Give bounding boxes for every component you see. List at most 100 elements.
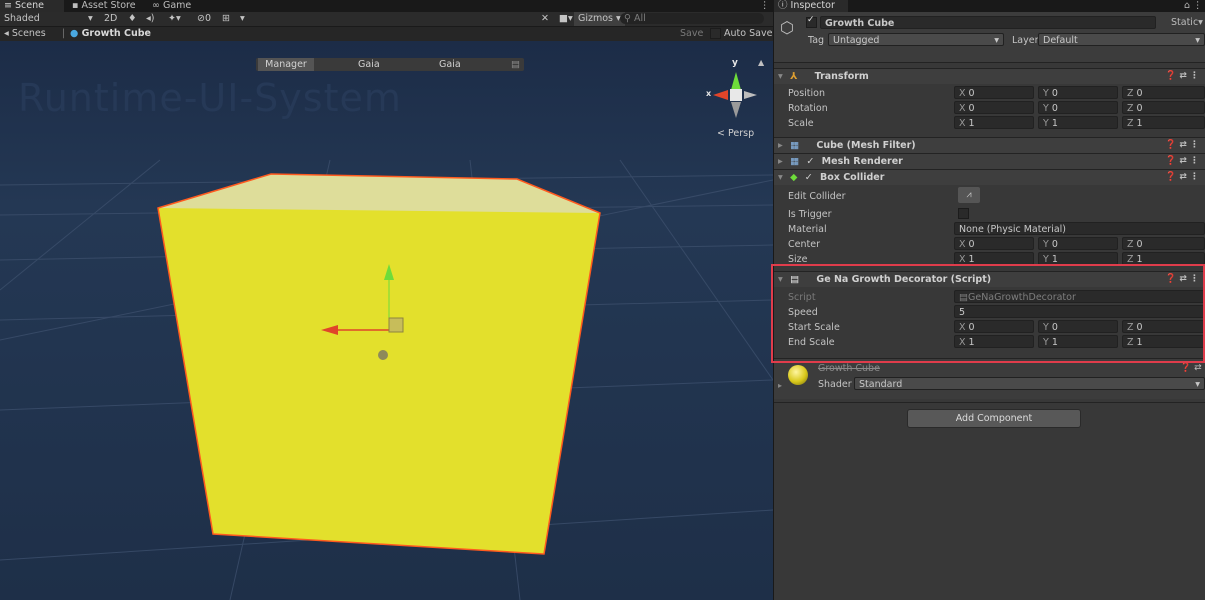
start-scale-x-input[interactable]: X0 (954, 320, 1034, 333)
shader-dropdown[interactable]: Standard ▾ (854, 377, 1205, 390)
camera-icon[interactable]: ■▾ (559, 12, 573, 26)
axis-y-label: Y (1043, 337, 1049, 348)
end-scale-y-input[interactable]: Y1 (1038, 335, 1118, 348)
transform-header[interactable]: ▾ ⅄ Transform ❓ ⇄ ⋮ (774, 68, 1205, 84)
size-x-input[interactable]: X1 (954, 252, 1034, 265)
start-scale-z-input[interactable]: Z0 (1122, 320, 1205, 333)
end-scale-z-input[interactable]: Z1 (1122, 335, 1205, 348)
axis-y-label: Y (1043, 103, 1049, 114)
speed-input[interactable]: 5 (954, 305, 1205, 318)
scene-tab-menu-icon[interactable]: ⋮ (760, 0, 770, 12)
grid-chevron-icon[interactable]: ▾ (240, 12, 245, 26)
gameobject-cube-icon: ⬡ (780, 18, 794, 37)
inspector-lock-icon[interactable]: ⌂ ⋮ (1184, 0, 1203, 12)
2d-toggle[interactable]: 2D (104, 12, 117, 26)
tab-asset-store[interactable]: ▪ Asset Store (72, 0, 142, 12)
gizmo-lock-icon[interactable]: ▲ (758, 58, 764, 67)
physic-material-field[interactable]: None (Physic Material) (954, 222, 1205, 235)
mesh-renderer-header[interactable]: ▸ ▦ ✓ Mesh Renderer ❓ ⇄ ⋮ (774, 153, 1205, 169)
gizmo-y-label: y (732, 58, 738, 68)
scale-x-input[interactable]: X1 (954, 116, 1034, 129)
audio-icon[interactable]: ◂) (146, 12, 154, 26)
lighting-icon[interactable]: ♦ (128, 12, 137, 26)
is-trigger-checkbox[interactable] (958, 208, 969, 220)
layer-dropdown[interactable]: Default ▾ (1038, 33, 1205, 46)
auto-save-toggle[interactable]: Auto Save (710, 27, 772, 41)
scale-y-input[interactable]: Y1 (1038, 116, 1118, 129)
position-y-input[interactable]: Y0 (1038, 86, 1118, 99)
edit-collider-icon: ⩘ (966, 190, 972, 200)
size-label: Size (788, 254, 808, 265)
object-name-input[interactable]: Growth Cube (820, 16, 1156, 29)
grid-icon[interactable]: ⊞ (222, 12, 230, 26)
gaia-button-1[interactable]: Gaia (358, 58, 380, 71)
scale-z-input[interactable]: Z1 (1122, 116, 1205, 129)
tab-inspector[interactable]: ⓘ Inspector (774, 0, 848, 12)
axis-z-label: Z (1127, 118, 1134, 129)
rotation-z-input[interactable]: Z0 (1122, 101, 1205, 114)
layer-label: Layer (1012, 35, 1039, 46)
component-menu-icons[interactable]: ❓ ⇄ ⋮ (1165, 138, 1199, 153)
component-menu-icons[interactable]: ❓ ⇄ ⋮ (1165, 154, 1199, 169)
center-y-input[interactable]: Y0 (1038, 237, 1118, 250)
add-component-button[interactable]: Add Component (907, 409, 1081, 428)
mesh-filter-header[interactable]: ▸ ▦ Cube (Mesh Filter) ❓ ⇄ ⋮ (774, 137, 1205, 153)
breadcrumb-object[interactable]: ● Growth Cube (70, 27, 151, 41)
breadcrumb-scenes[interactable]: ◂ Scenes (4, 27, 46, 41)
box-collider-checkbox[interactable]: ✓ (805, 172, 813, 183)
component-menu-icons[interactable]: ❓ ⇄ ⋮ (1165, 272, 1199, 287)
position-z-input[interactable]: Z0 (1122, 86, 1205, 99)
rotation-x-input[interactable]: X0 (954, 101, 1034, 114)
axis-y-label: Y (1043, 254, 1049, 265)
size-z-input[interactable]: Z1 (1122, 252, 1205, 265)
gaia-button-2[interactable]: Gaia (439, 58, 461, 71)
rotation-label: Rotation (788, 103, 828, 114)
tag-chevron-icon: ▾ (994, 35, 999, 46)
start-scale-y-input[interactable]: Y0 (1038, 320, 1118, 333)
gizmos-dropdown[interactable]: Gizmos ▾ (574, 12, 625, 26)
save-button[interactable]: Save (680, 27, 703, 41)
effects-icon[interactable]: ✦▾ (168, 12, 181, 26)
transform-title: Transform (814, 71, 869, 82)
inspector-panel: ⓘ Inspector ⌂ ⋮ ⬡ Growth Cube Static▾ Ta… (771, 0, 1205, 600)
tab-game[interactable]: ∞ Game (152, 0, 202, 12)
tab-game-label: Game (162, 0, 192, 11)
position-x-value: 0 (968, 88, 975, 99)
overlay-menu-icon[interactable]: ▤ (511, 58, 520, 71)
gizmos-label: Gizmos (578, 13, 614, 24)
shading-chevron-icon[interactable]: ▾ (88, 12, 93, 26)
tag-dropdown[interactable]: Untagged ▾ (828, 33, 1004, 46)
center-x-input[interactable]: X0 (954, 237, 1034, 250)
tools-icon[interactable]: ✕ (541, 12, 549, 26)
box-collider-header[interactable]: ▾ ◆ ✓ Box Collider ❓ ⇄ ⋮ (774, 169, 1205, 185)
hidden-objects-toggle[interactable]: ⊘0 (197, 12, 211, 26)
material-menu-icons[interactable]: ❓ ⇄ (1180, 363, 1202, 373)
component-menu-icons[interactable]: ❓ ⇄ ⋮ (1165, 69, 1199, 84)
center-z-input[interactable]: Z0 (1122, 237, 1205, 250)
asset-store-icon: ▪ (72, 0, 79, 11)
manager-button[interactable]: Manager (258, 58, 314, 71)
edit-collider-button[interactable]: ⩘ (958, 187, 980, 203)
persp-toggle[interactable]: < Persp (717, 128, 754, 139)
position-x-input[interactable]: X0 (954, 86, 1034, 99)
static-toggle[interactable]: Static▾ (1171, 17, 1203, 28)
growth-decorator-title: Ge Na Growth Decorator (Script) (816, 274, 992, 285)
mesh-renderer-checkbox[interactable]: ✓ (806, 156, 814, 167)
growth-decorator-header[interactable]: ▾ ▤ Ge Na Growth Decorator (Script) ❓ ⇄ … (774, 271, 1205, 287)
auto-save-checkbox[interactable] (710, 28, 721, 39)
shading-mode-dropdown[interactable]: Shaded (4, 12, 84, 26)
size-y-input[interactable]: Y1 (1038, 252, 1118, 265)
position-label: Position (788, 88, 825, 99)
growth-cube-object[interactable] (157, 173, 601, 555)
tab-scene[interactable]: ≡ Scene (0, 0, 64, 12)
scene-search-input[interactable]: ⚲ All (620, 13, 764, 24)
material-name[interactable]: Growth Cube (818, 363, 880, 374)
axis-x-label: X (959, 88, 966, 99)
rotation-y-input[interactable]: Y0 (1038, 101, 1118, 114)
script-reference-field[interactable]: ▤GeNaGrowthDecorator (954, 290, 1205, 303)
gizmo-x-label: x (706, 89, 712, 98)
object-active-checkbox[interactable] (806, 15, 817, 29)
material-foldout-icon[interactable]: ▸ (778, 381, 782, 390)
component-menu-icons[interactable]: ❓ ⇄ ⋮ (1165, 170, 1199, 185)
end-scale-x-input[interactable]: X1 (954, 335, 1034, 348)
